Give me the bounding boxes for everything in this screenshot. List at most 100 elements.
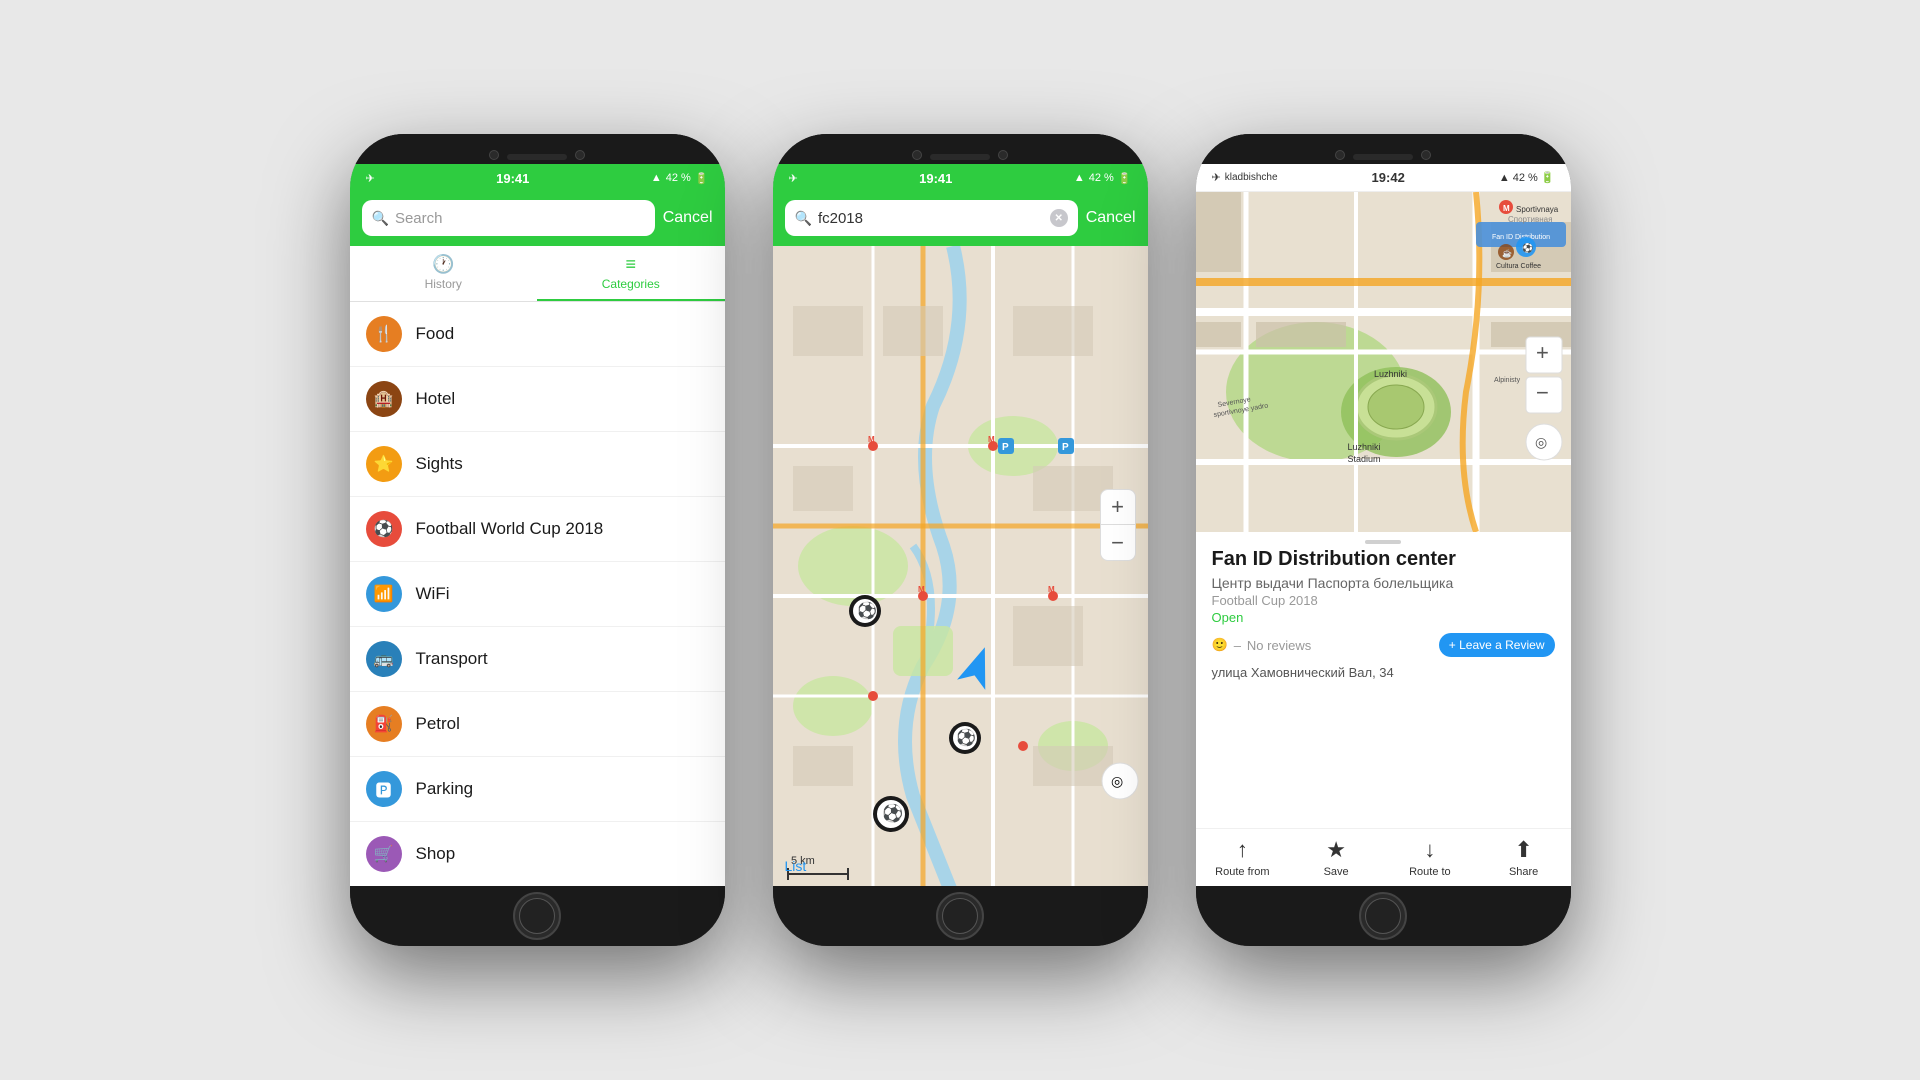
speaker — [507, 154, 567, 160]
front-camera-3 — [912, 150, 922, 160]
home-button-3[interactable] — [1359, 892, 1407, 940]
battery-text-1: 42 % — [666, 172, 691, 184]
category-item-food[interactable]: 🍴 Food — [350, 302, 725, 367]
front-camera-5 — [1335, 150, 1345, 160]
svg-text:Cultura Coffee: Cultura Coffee — [1496, 263, 1541, 270]
battery-icon-2: 🔋 — [1118, 172, 1132, 185]
svg-text:Stadium: Stadium — [1347, 454, 1380, 464]
tab-history[interactable]: 🕐 History — [350, 246, 538, 301]
phone-2: ✈ 19:41 ▲ 42 % 🔋 🔍 fc2018 ✕ Cancel — [773, 134, 1148, 946]
review-count: No reviews — [1247, 638, 1311, 653]
category-icon-sights: ⭐ — [366, 446, 402, 482]
review-row: 🙂 – No reviews + Leave a Review — [1212, 633, 1555, 657]
category-label-football: Football World Cup 2018 — [416, 519, 604, 539]
signal-icon: ▲ — [651, 172, 662, 184]
battery-icon-1: 🔋 — [695, 172, 709, 185]
detail-handle[interactable] — [1196, 532, 1571, 548]
status-right-1: ▲ 42 % 🔋 — [651, 172, 709, 185]
tab-bar-1: 🕐 History ≡ Categories — [350, 246, 725, 302]
battery-text-2: 42 % — [1089, 172, 1114, 184]
category-label-transport: Transport — [416, 649, 488, 669]
battery-text-3: 42 % — [1513, 172, 1538, 184]
home-button-inner-2 — [942, 898, 978, 934]
category-item-petrol[interactable]: ⛽ Petrol — [350, 692, 725, 757]
phone-2-bottom — [773, 886, 1148, 946]
map-container-2[interactable]: M M M M ⚽ ⚽ — [773, 246, 1148, 886]
category-item-shop[interactable]: 🛒 Shop — [350, 822, 725, 886]
status-location: kladbishche — [1225, 172, 1278, 183]
zoom-out-btn[interactable]: − — [1100, 525, 1136, 561]
detail-actions: ↑ Route from ★ Save ↓ Route to ⬆ Share — [1196, 828, 1571, 886]
action-save[interactable]: ★ Save — [1289, 837, 1383, 878]
svg-text:⚽: ⚽ — [1521, 242, 1533, 253]
category-icon-petrol: ⛽ — [366, 706, 402, 742]
category-icon-food: 🍴 — [366, 316, 402, 352]
svg-text:Sportivnaya: Sportivnaya — [1516, 205, 1559, 214]
svg-text:◎: ◎ — [1535, 434, 1547, 450]
signal-icon-3: ▲ — [1499, 172, 1510, 184]
search-icon-1: 🔍 — [372, 210, 389, 227]
signal-icon-2: ▲ — [1074, 172, 1085, 184]
home-button-inner-1 — [519, 898, 555, 934]
category-item-wifi[interactable]: 📶 WiFi — [350, 562, 725, 627]
svg-text:☕: ☕ — [1502, 248, 1512, 258]
home-button-2[interactable] — [936, 892, 984, 940]
status-right-3: ▲ 42 % 🔋 — [1499, 171, 1555, 184]
front-camera-2 — [575, 150, 585, 160]
action-route-from[interactable]: ↑ Route from — [1196, 837, 1290, 878]
phone-1-bottom — [350, 886, 725, 946]
categories-icon: ≡ — [625, 254, 636, 275]
svg-text:Luzhniki: Luzhniki — [1374, 369, 1407, 379]
history-icon: 🕐 — [432, 254, 454, 275]
status-left-1: ✈ — [366, 172, 375, 185]
search-box-1[interactable]: 🔍 Search — [362, 200, 655, 236]
category-item-sights[interactable]: ⭐ Sights — [350, 432, 725, 497]
review-dash: – — [1234, 638, 1241, 653]
home-button-1[interactable] — [513, 892, 561, 940]
category-label-wifi: WiFi — [416, 584, 450, 604]
place-subtitle: Центр выдачи Паспорта болельщика — [1212, 575, 1555, 591]
action-share[interactable]: ⬆ Share — [1477, 837, 1571, 878]
home-button-inner-3 — [1365, 898, 1401, 934]
category-item-parking[interactable]: 🅿 Parking — [350, 757, 725, 822]
list-link[interactable]: List — [785, 858, 807, 874]
battery-icon-3: 🔋 — [1541, 171, 1555, 184]
speaker-2 — [930, 154, 990, 160]
status-time-3: 19:42 — [1372, 170, 1405, 185]
status-left-3: ✈ kladbishche — [1212, 171, 1278, 184]
phone-2-top — [773, 134, 1148, 164]
search-value-2: fc2018 — [818, 210, 1044, 227]
phone-3-screen: ✈ kladbishche 19:42 ▲ 42 % 🔋 — [1196, 164, 1571, 886]
detail-map[interactable]: Luzhniki Stadium Fan ID Distribution Spo… — [1196, 192, 1571, 532]
search-box-2[interactable]: 🔍 fc2018 ✕ — [785, 200, 1078, 236]
category-icon-wifi: 📶 — [366, 576, 402, 612]
cancel-button-2[interactable]: Cancel — [1086, 209, 1136, 227]
svg-text:M: M — [988, 435, 995, 444]
status-bar-1: ✈ 19:41 ▲ 42 % 🔋 — [350, 164, 725, 192]
svg-text:Спортивная: Спортивная — [1508, 215, 1552, 224]
cancel-button-1[interactable]: Cancel — [663, 209, 713, 227]
phone-3: ✈ kladbishche 19:42 ▲ 42 % 🔋 — [1196, 134, 1571, 946]
action-icon-route-from: ↑ — [1237, 837, 1248, 863]
svg-text:◎: ◎ — [1111, 773, 1123, 789]
action-label-share: Share — [1509, 866, 1538, 878]
speaker-3 — [1353, 154, 1413, 160]
zoom-in-btn[interactable]: + — [1100, 489, 1136, 525]
status-bar-3: ✈ kladbishche 19:42 ▲ 42 % 🔋 — [1196, 164, 1571, 192]
category-item-transport[interactable]: 🚌 Transport — [350, 627, 725, 692]
status-left-2: ✈ — [789, 172, 798, 185]
action-label-route-to: Route to — [1409, 866, 1451, 878]
leave-review-button[interactable]: + Leave a Review — [1439, 633, 1555, 657]
action-route-to[interactable]: ↓ Route to — [1383, 837, 1477, 878]
tab-categories[interactable]: ≡ Categories — [537, 246, 725, 301]
search-clear-btn[interactable]: ✕ — [1050, 209, 1068, 227]
status-right-2: ▲ 42 % 🔋 — [1074, 172, 1132, 185]
category-item-hotel[interactable]: 🏨 Hotel — [350, 367, 725, 432]
action-label-save: Save — [1324, 866, 1349, 878]
status-time-1: 19:41 — [496, 171, 529, 186]
svg-text:M: M — [1503, 204, 1510, 213]
action-label-route-from: Route from — [1215, 866, 1269, 878]
phone-3-top — [1196, 134, 1571, 164]
category-item-football[interactable]: ⚽ Football World Cup 2018 — [350, 497, 725, 562]
category-icon-football: ⚽ — [366, 511, 402, 547]
